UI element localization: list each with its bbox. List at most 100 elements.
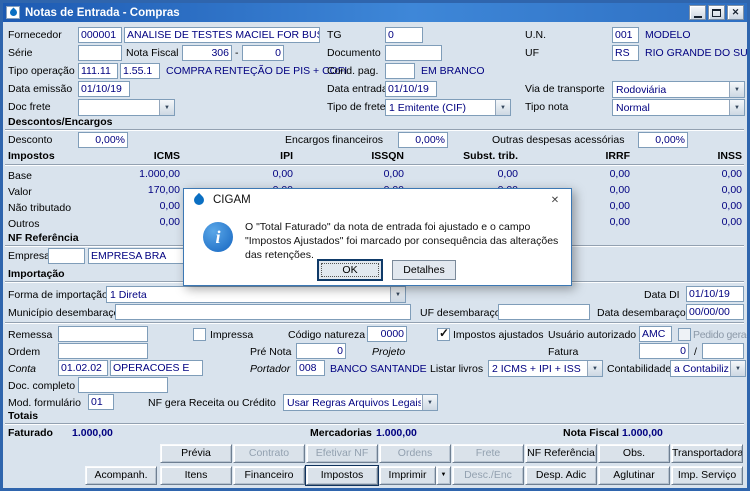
contabilidade-select[interactable]: a Contabilizar ▼ <box>670 360 746 377</box>
outras-despesas-field[interactable]: 0,00% <box>638 132 688 148</box>
conta-label[interactable]: Conta <box>8 361 36 377</box>
data-emissao-field[interactable]: 01/10/19 <box>78 81 130 97</box>
impressa-checkbox[interactable] <box>193 328 206 341</box>
tg-field[interactable]: 0 <box>385 27 423 43</box>
fatura-field-2[interactable] <box>702 343 744 359</box>
fornecedor-name-field[interactable]: ANALISE DE TESTES MACIEL FOR BUSINESS <box>124 27 320 43</box>
nota-fiscal-sub-field[interactable]: 0 <box>242 45 284 61</box>
uf-code-field[interactable]: RS <box>612 45 639 61</box>
minimize-icon <box>693 15 702 18</box>
impostos-row-label: Outros <box>8 218 40 230</box>
section-separator <box>5 164 744 166</box>
municipio-desembaraco-field[interactable] <box>115 304 411 320</box>
impostos-column-header: INSS <box>717 150 742 162</box>
documento-field[interactable] <box>385 45 442 61</box>
ordem-field[interactable] <box>58 343 148 359</box>
tipo-operacao-code1-field[interactable]: 111.11 <box>78 63 118 79</box>
maximize-icon <box>712 8 721 17</box>
fatura-field[interactable]: 0 <box>639 343 689 359</box>
data-entrada-field[interactable]: 01/10/19 <box>385 81 437 97</box>
frete-button: Frete <box>452 444 524 463</box>
desc-enc-button: Desc./Enc <box>452 466 524 485</box>
desp-adic-button[interactable]: Desp. Adic <box>525 466 597 485</box>
listar-livros-select[interactable]: 2 ICMS + IPI + ISS ▼ <box>488 360 603 377</box>
fatura-separator: / <box>694 346 697 358</box>
empresa-label: Empresa <box>8 250 51 262</box>
impostos-cell: 0,00 <box>721 168 742 180</box>
nf-gera-label: NF gera Receita ou Crédito <box>148 397 276 409</box>
usuario-autorizado-field[interactable]: AMC <box>639 326 672 342</box>
tipo-frete-select[interactable]: 1 Emitente (CIF) ▼ <box>385 99 511 116</box>
empresa-code-field[interactable] <box>48 248 85 264</box>
obs-button[interactable]: Obs. <box>598 444 670 463</box>
maximize-button[interactable] <box>708 5 725 20</box>
portador-code-field[interactable]: 008 <box>296 360 325 376</box>
section-separator <box>5 129 744 131</box>
doc-frete-select[interactable]: ▼ <box>78 99 175 116</box>
imp-servico-button[interactable]: Imp. Serviço <box>671 466 743 485</box>
dialog-close-button[interactable]: ✕ <box>544 192 566 209</box>
ok-button[interactable]: OK <box>318 260 382 280</box>
conta-desc-field[interactable]: OPERACOES E <box>110 360 203 376</box>
transportadora-button[interactable]: Transportadora <box>671 444 743 463</box>
message-dialog: CIGAM ✕ i O "Total Faturado" da nota de … <box>183 188 572 286</box>
via-transporte-select[interactable]: Rodoviária ▼ <box>612 81 745 98</box>
aglutinar-button[interactable]: Aglutinar <box>598 466 670 485</box>
data-di-field[interactable]: 01/10/19 <box>686 286 744 302</box>
dropdown-arrow-icon[interactable]: ▼ <box>730 361 745 376</box>
impostos-ajustados-checkbox[interactable]: ✓ <box>437 326 450 341</box>
pre-nota-field[interactable]: 0 <box>296 343 346 359</box>
imprimir-dropdown-button[interactable]: ▼ <box>436 466 451 485</box>
tipo-operacao-code2-field[interactable]: 1.55.1 <box>120 63 160 79</box>
doc-completo-label: Doc. completo <box>8 380 76 392</box>
un-code-field[interactable]: 001 <box>612 27 639 43</box>
tipo-nota-select[interactable]: Normal ▼ <box>612 99 745 116</box>
data-desembaraco-field[interactable]: 00/00/00 <box>686 304 744 320</box>
dropdown-arrow-icon[interactable]: ▼ <box>495 100 510 115</box>
imprimir-button[interactable]: Imprimir <box>379 466 436 485</box>
nf-gera-select[interactable]: Usar Regras Arquivos Legais ▼ <box>283 394 438 411</box>
desconto-field[interactable]: 0,00% <box>78 132 128 148</box>
fornecedor-code-field[interactable]: 000001 <box>78 27 122 43</box>
pedido-gerado-label: Pedido gerado <box>693 329 750 341</box>
doc-completo-field[interactable] <box>78 377 168 393</box>
dropdown-arrow-icon[interactable]: ▼ <box>729 100 744 115</box>
mod-formulario-field[interactable]: 01 <box>88 394 114 410</box>
tipo-frete-value: 1 Emitente (CIF) <box>389 102 467 114</box>
dialog-title: CIGAM <box>213 194 251 206</box>
minimize-button[interactable] <box>689 5 706 20</box>
uf-desembaraco-field[interactable] <box>498 304 590 320</box>
nf-referencia-button[interactable]: NF Referência <box>525 444 597 463</box>
ordem-label: Ordem <box>8 346 41 358</box>
portador-label[interactable]: Portador <box>250 361 290 377</box>
dropdown-arrow-icon[interactable]: ▼ <box>729 82 744 97</box>
efetivar-nf-button: Efetivar NF <box>306 444 378 463</box>
financeiro-button[interactable]: Financeiro <box>233 466 305 485</box>
itens-button[interactable]: Itens <box>160 466 232 485</box>
nota-fiscal-separator: - <box>235 47 239 59</box>
cigam-logo-icon <box>191 192 207 208</box>
dropdown-arrow-icon[interactable]: ▼ <box>390 287 405 302</box>
detalhes-button[interactable]: Detalhes <box>392 260 456 280</box>
listar-livros-label: Listar livros <box>430 363 484 375</box>
dropdown-arrow-icon[interactable]: ▼ <box>587 361 602 376</box>
conta-code-field[interactable]: 01.02.02 <box>58 360 108 376</box>
codigo-natureza-field[interactable]: 0000 <box>367 326 407 342</box>
contabilidade-label: Contabilidade <box>607 363 672 375</box>
dropdown-arrow-icon[interactable]: ▼ <box>159 100 174 115</box>
dropdown-arrow-icon[interactable]: ▼ <box>422 395 437 410</box>
encargos-field[interactable]: 0,00% <box>398 132 448 148</box>
forma-importacao-select[interactable]: 1 Direta ▼ <box>106 286 406 303</box>
cond-pag-field[interactable] <box>385 63 415 79</box>
portador-desc-text: BANCO SANTANDE <box>330 363 427 375</box>
remessa-field[interactable] <box>58 326 148 342</box>
acompanh-button[interactable]: Acompanh. <box>85 466 157 485</box>
previa-button[interactable]: Prévia <box>160 444 232 463</box>
close-button[interactable]: ✕ <box>727 5 744 20</box>
nota-fiscal-number-field[interactable]: 306 <box>182 45 232 61</box>
mercadorias-value: 1.000,00 <box>376 427 417 439</box>
projeto-label[interactable]: Projeto <box>372 344 405 360</box>
un-name-text: MODELO <box>645 29 691 41</box>
serie-field[interactable] <box>78 45 122 61</box>
impostos-button[interactable]: Impostos <box>306 466 378 485</box>
